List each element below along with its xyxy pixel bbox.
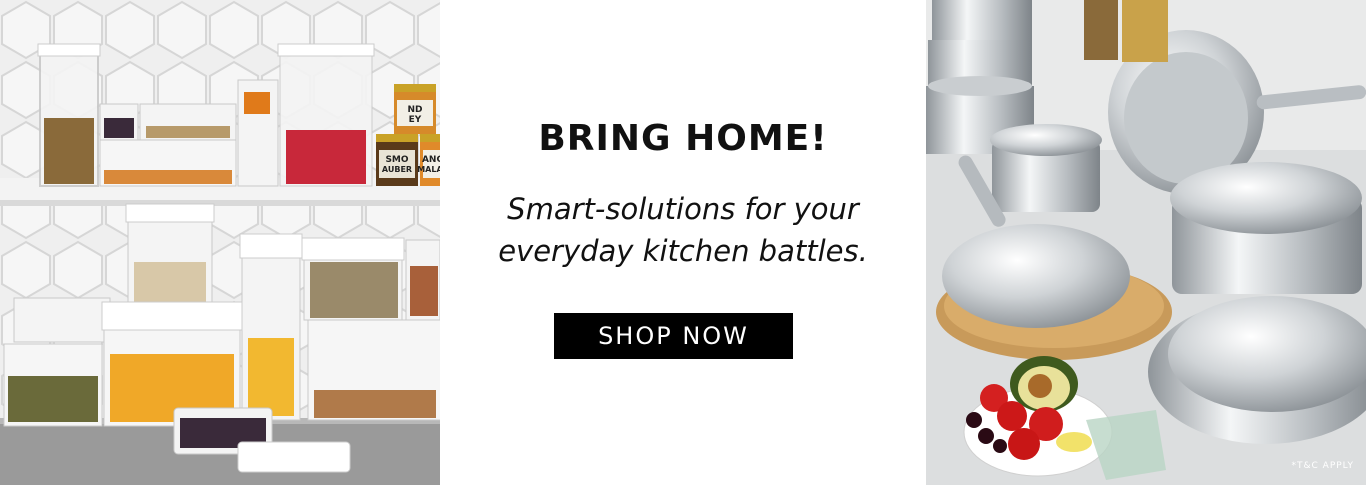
storage-containers-image: ND EY SMO AUBER ANGE MALADE (0, 0, 440, 485)
tagline: Smart-solutions for your everyday kitche… (440, 188, 926, 272)
shop-now-button[interactable]: SHOP NOW (554, 313, 793, 359)
jar-label-5: ANGE (422, 155, 440, 165)
promo-copy: BRING HOME! Smart-solutions for your eve… (440, 0, 926, 485)
tagline-line-1: Smart-solutions for your (507, 192, 859, 226)
promo-banner[interactable]: ND EY SMO AUBER ANGE MALADE (0, 0, 1366, 485)
jar-label-1: ND (407, 105, 422, 115)
jar-label-3: SMO (385, 155, 408, 165)
jar-label-4: AUBER (382, 165, 412, 174)
headline: BRING HOME! (538, 118, 828, 159)
jar-label-6: MALADE (417, 165, 440, 174)
cookware-image: *T&C APPLY (926, 0, 1366, 485)
jar-label-2: EY (409, 115, 422, 125)
terms-disclaimer: *T&C APPLY (1291, 461, 1354, 471)
tagline-line-2: everyday kitchen battles. (498, 234, 868, 268)
